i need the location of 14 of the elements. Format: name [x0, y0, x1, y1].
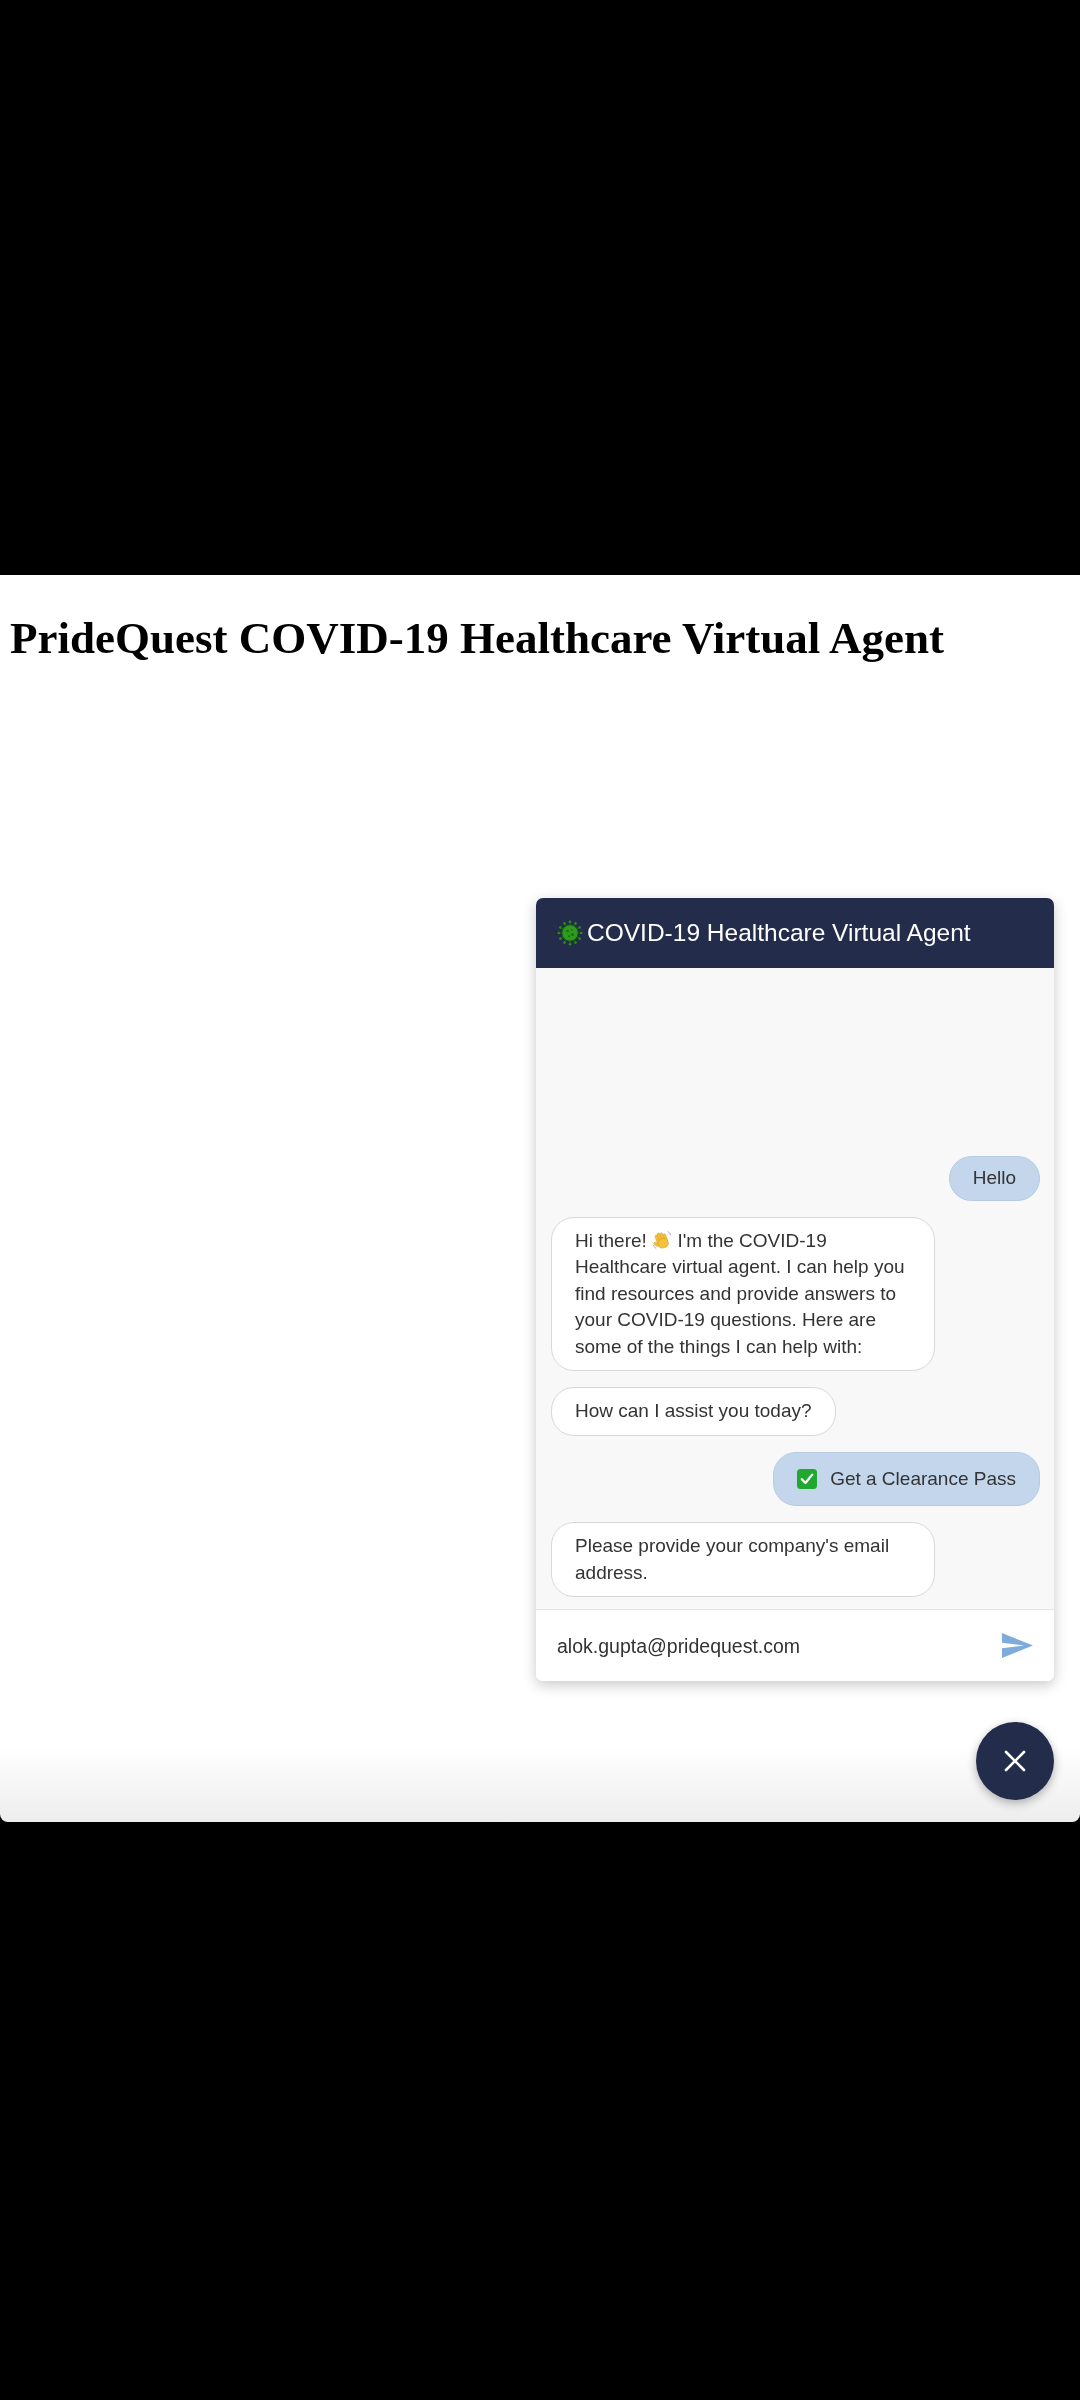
message-text: Get a Clearance Pass — [830, 1466, 1016, 1491]
message-text: Hello — [972, 1167, 1016, 1188]
close-button[interactable] — [976, 1722, 1054, 1800]
close-icon — [1004, 1750, 1026, 1772]
virus-icon — [557, 920, 583, 946]
check-mark-icon — [797, 1468, 818, 1489]
message-text: How can I assist you today? — [575, 1400, 812, 1421]
chat-title: COVID-19 Healthcare Virtual Agent — [587, 918, 971, 948]
page-title: PrideQuest COVID-19 Healthcare Virtual Agent — [10, 612, 945, 665]
waving-hand-icon — [652, 1229, 673, 1250]
message-text: Please provide your company's email address. — [575, 1535, 890, 1583]
message-text: Hi there! I'm the COVID-19 Healthcare virtual agent. I can help you find resources and provide answers to your COVID-19 questions. Here are some of the things I can help with: — [575, 1228, 906, 1359]
send-icon — [1002, 1633, 1033, 1658]
message-input[interactable]: alok.gupta@pridequest.com — [557, 1632, 1001, 1659]
